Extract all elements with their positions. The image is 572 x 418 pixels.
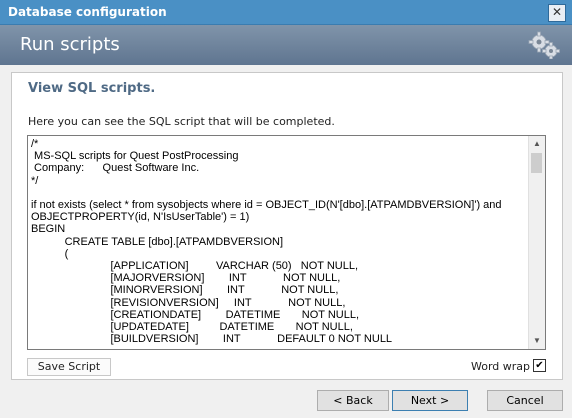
page-title: Run scripts bbox=[20, 34, 120, 55]
script-line: [CREATIONDATE] DATETIME NOT NULL, bbox=[31, 308, 360, 321]
scroll-up-icon[interactable]: ▲ bbox=[529, 136, 545, 152]
script-line: Company: Quest Software Inc. bbox=[31, 162, 200, 175]
wizard-header: Run scripts bbox=[0, 25, 572, 65]
title-bar: Database configuration ✕ bbox=[0, 0, 572, 25]
save-script-button[interactable]: Save Script bbox=[27, 358, 111, 376]
section-title: View SQL scripts. bbox=[28, 81, 156, 96]
scrollbar-thumb[interactable] bbox=[531, 153, 542, 173]
script-line: BEGIN bbox=[31, 223, 66, 236]
script-line: [UPDATEDATE] DATETIME NOT NULL, bbox=[31, 321, 353, 334]
cancel-button[interactable]: Cancel bbox=[487, 390, 563, 411]
word-wrap-checkbox[interactable]: ✔ bbox=[533, 359, 546, 372]
script-line: CREATE TABLE [dbo].[ATPAMDBVERSION] bbox=[31, 235, 284, 248]
script-line: */ bbox=[31, 174, 39, 187]
vertical-scrollbar[interactable]: ▲ ▼ bbox=[528, 136, 545, 349]
window-title: Database configuration bbox=[8, 5, 167, 19]
next-button[interactable]: Next > bbox=[392, 390, 468, 411]
script-line: MS-SQL scripts for Quest PostProcessing bbox=[31, 150, 239, 163]
script-line: [MAJORVERSION] INT NOT NULL, bbox=[31, 272, 341, 285]
script-line bbox=[31, 187, 528, 199]
script-line: ( bbox=[31, 247, 69, 260]
sql-script-textbox[interactable]: /* MS-SQL scripts for Quest PostProcessi… bbox=[27, 135, 546, 350]
back-button[interactable]: < Back bbox=[317, 390, 389, 411]
scroll-down-icon[interactable]: ▼ bbox=[529, 333, 545, 349]
script-line: OBJECTPROPERTY(id, N'IsUserTable') = 1) bbox=[31, 211, 250, 224]
word-wrap-label: Word wrap bbox=[470, 360, 530, 373]
sql-script-text[interactable]: /* MS-SQL scripts for Quest PostProcessi… bbox=[28, 136, 528, 349]
script-line: [REVISIONVERSION] INT NOT NULL, bbox=[31, 296, 346, 309]
script-line: [MINORVERSION] INT NOT NULL, bbox=[31, 284, 339, 297]
script-line: /* bbox=[31, 138, 39, 150]
description-text: Here you can see the SQL script that wil… bbox=[28, 115, 335, 128]
content-panel: View SQL scripts. Here you can see the S… bbox=[11, 72, 563, 380]
script-line: if not exists (select * from sysobjects … bbox=[31, 199, 502, 212]
close-button[interactable]: ✕ bbox=[548, 4, 566, 22]
close-icon: ✕ bbox=[551, 5, 563, 19]
gears-icon bbox=[528, 31, 560, 59]
script-line: [APPLICATION] VARCHAR (50) NOT NULL, bbox=[31, 260, 359, 273]
script-line: [BUILDVERSION] INT DEFAULT 0 NOT NULL bbox=[31, 333, 393, 346]
